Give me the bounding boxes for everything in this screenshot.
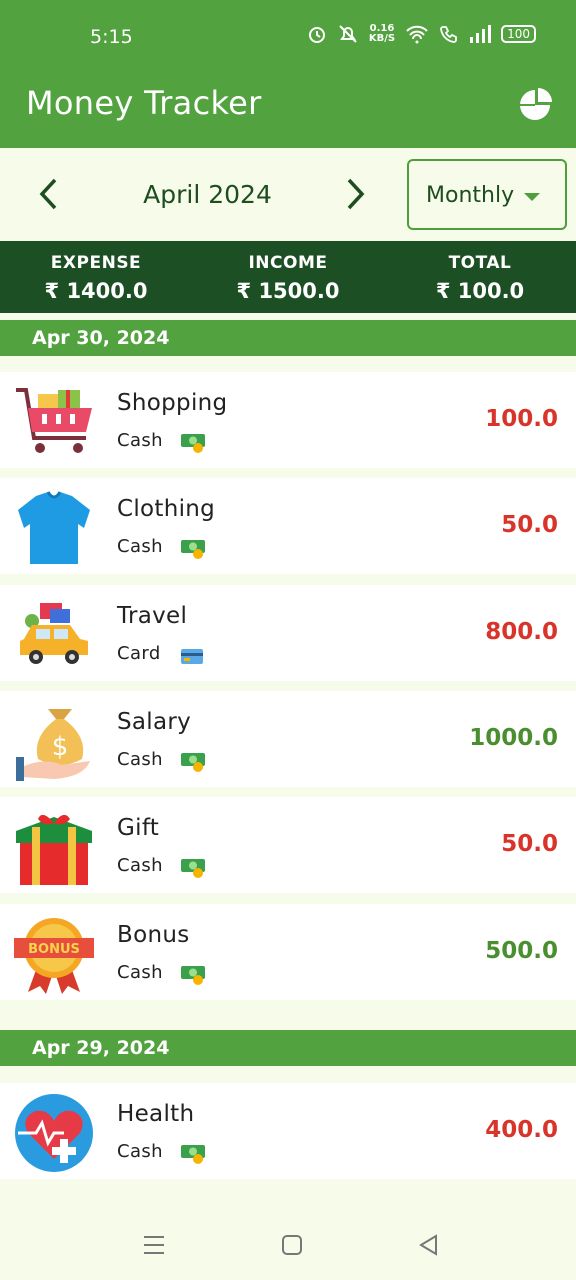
expense-value: ₹ 1400.0	[44, 279, 148, 303]
transaction-account: Cash	[117, 749, 163, 770]
alarm-icon	[308, 27, 325, 43]
bonus-badge-text: BONUS	[28, 942, 80, 957]
status-time: 5:15	[90, 26, 133, 48]
transaction-category: Health	[117, 1101, 195, 1127]
date-header: Apr 30, 2024	[0, 320, 576, 356]
card-icon	[181, 649, 203, 664]
total-summary: TOTAL ₹ 100.0	[384, 241, 576, 313]
system-nav-bar	[0, 1200, 576, 1280]
transaction-row[interactable]: Shopping Cash 100.0	[0, 372, 576, 468]
wifi-icon	[406, 25, 428, 44]
transaction-category: Bonus	[117, 922, 190, 948]
transaction-row[interactable]: Clothing Cash 50.0	[0, 478, 576, 574]
summary-bar: EXPENSE ₹ 1400.0 INCOME ₹ 1500.0 TOTAL ₹…	[0, 241, 576, 313]
health-heart-icon	[15, 1094, 93, 1172]
expense-summary: EXPENSE ₹ 1400.0	[0, 241, 192, 313]
transaction-row[interactable]: Health Cash 400.0	[0, 1083, 576, 1179]
transaction-amount: 800.0	[485, 619, 558, 645]
cash-icon	[181, 1145, 205, 1164]
transaction-amount: 100.0	[485, 406, 558, 432]
net-speed: 0.16 KB/S	[368, 23, 396, 44]
shopping-cart-icon	[16, 388, 92, 453]
transaction-account: Cash	[117, 855, 163, 876]
transaction-account: Cash	[117, 536, 163, 557]
period-label: April 2024	[143, 180, 272, 209]
transaction-account: Cash	[117, 430, 163, 451]
total-label: TOTAL	[448, 253, 512, 273]
car-luggage-icon	[20, 603, 88, 664]
total-value: ₹ 100.0	[435, 279, 525, 303]
transaction-account: Card	[117, 643, 161, 664]
income-label: INCOME	[248, 253, 328, 273]
date-header: Apr 29, 2024	[0, 1030, 576, 1066]
pie-chart-icon[interactable]	[518, 86, 554, 122]
transaction-amount: 50.0	[501, 831, 558, 857]
mute-icon	[339, 25, 357, 43]
period-selector: April 2024 Monthly	[0, 148, 576, 240]
gift-box-icon	[16, 814, 92, 885]
transaction-amount: 500.0	[485, 938, 558, 964]
signal-icon	[470, 25, 492, 43]
back-icon[interactable]	[416, 1232, 442, 1258]
home-icon[interactable]	[279, 1232, 305, 1258]
period-mode-label: Monthly	[426, 183, 515, 208]
battery-icon: 100	[501, 25, 536, 43]
transaction-row[interactable]: BONUS Bonus Cash 500.0	[0, 904, 576, 1000]
transaction-category: Salary	[117, 709, 192, 735]
cash-icon	[181, 434, 205, 453]
transaction-amount: 400.0	[485, 1117, 558, 1143]
cash-icon	[181, 753, 205, 772]
income-summary: INCOME ₹ 1500.0	[192, 241, 384, 313]
income-value: ₹ 1500.0	[236, 279, 340, 303]
svg-text:$: $	[52, 732, 69, 762]
status-icons: 0.16 KB/S 100	[307, 24, 536, 44]
app-title: Money Tracker	[26, 84, 262, 122]
transaction-account: Cash	[117, 1141, 163, 1162]
transaction-account: Cash	[117, 962, 163, 983]
transaction-category: Travel	[117, 603, 188, 629]
app-bar: 5:15 0.16 KB/S 100 Money Tracker	[0, 0, 576, 148]
transaction-category: Shopping	[117, 390, 228, 416]
transaction-row[interactable]: Travel Card 800.0	[0, 585, 576, 681]
cash-icon	[181, 859, 205, 878]
cash-icon	[181, 966, 205, 985]
transaction-category: Gift	[117, 815, 160, 841]
call-icon	[440, 26, 457, 43]
transaction-amount: 50.0	[501, 512, 558, 538]
menu-icon[interactable]	[141, 1232, 167, 1258]
period-mode-dropdown[interactable]: Monthly	[407, 159, 567, 230]
transaction-category: Clothing	[117, 496, 216, 522]
chevron-right-icon[interactable]	[340, 176, 370, 212]
money-bag-hand-icon: $	[16, 709, 90, 781]
chevron-left-icon[interactable]	[34, 176, 64, 212]
bonus-badge-icon: BONUS	[14, 918, 94, 994]
transaction-row[interactable]: $ Salary Cash 1000.0	[0, 691, 576, 787]
cash-icon	[181, 540, 205, 559]
transaction-amount: 1000.0	[469, 725, 558, 751]
caret-down-icon	[524, 193, 540, 201]
status-bar: 5:15 0.16 KB/S 100	[0, 24, 576, 52]
expense-label: EXPENSE	[50, 253, 142, 273]
tshirt-icon	[18, 491, 90, 564]
transaction-row[interactable]: Gift Cash 50.0	[0, 797, 576, 893]
